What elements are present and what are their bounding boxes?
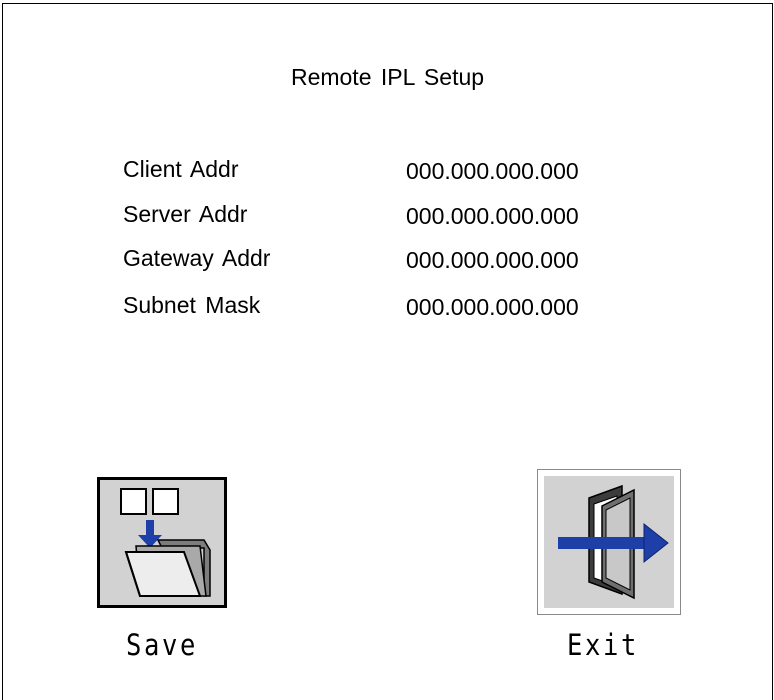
client-addr-label: Client Addr	[123, 156, 239, 182]
save-folder-icon	[120, 488, 211, 597]
subnet-mask-row[interactable]: Subnet Mask 000.000.000.000	[123, 292, 683, 322]
gateway-addr-row[interactable]: Gateway Addr 000.000.000.000	[123, 245, 683, 275]
client-addr-row[interactable]: Client Addr 000.000.000.000	[123, 156, 683, 186]
exit-button-label: Exit	[567, 628, 640, 662]
exit-button[interactable]	[537, 469, 681, 615]
subnet-mask-label: Subnet Mask	[123, 292, 261, 318]
server-addr-row[interactable]: Server Addr 000.000.000.000	[123, 201, 683, 231]
client-addr-field[interactable]: 000.000.000.000	[406, 158, 579, 185]
exit-icon-panel	[544, 476, 674, 608]
save-button[interactable]	[97, 477, 227, 608]
page-title: Remote IPL Setup	[290, 64, 485, 90]
gateway-addr-label: Gateway Addr	[123, 245, 271, 271]
save-button-label: Save	[126, 628, 199, 662]
server-addr-field[interactable]: 000.000.000.000	[406, 203, 579, 230]
subnet-mask-field[interactable]: 000.000.000.000	[406, 294, 579, 321]
gateway-addr-field[interactable]: 000.000.000.000	[406, 247, 579, 274]
exit-door-icon	[558, 484, 669, 600]
server-addr-label: Server Addr	[123, 201, 248, 227]
